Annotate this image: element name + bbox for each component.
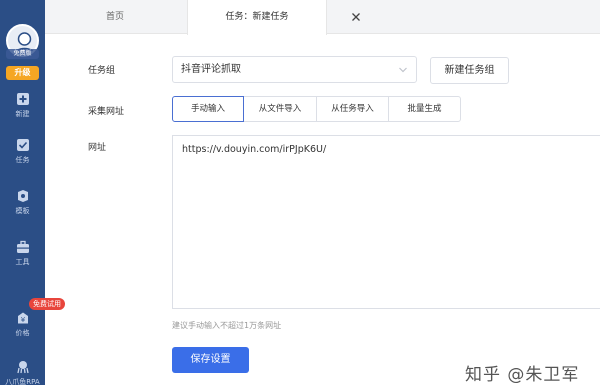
sidebar-item-new[interactable]: 新建 xyxy=(0,92,45,119)
sidebar-item-label: 模板 xyxy=(15,207,30,215)
url-label: 网址 xyxy=(88,143,107,153)
input-hint: 建议手动输入不超过1万条网址 xyxy=(172,321,282,330)
tab-batch-generate[interactable]: 批量生成 xyxy=(388,96,461,122)
sidebar-item-label: 工具 xyxy=(15,258,30,266)
rpa-octopus-icon xyxy=(16,361,29,374)
toolbox-icon xyxy=(16,240,29,253)
tab-bar: 首页 任务：新建任务 xyxy=(45,0,600,35)
task-group-select[interactable]: 抖音评论抓取 xyxy=(172,56,417,83)
sidebar-item-templates[interactable]: 模板 xyxy=(0,189,45,216)
sidebar-item-tasks[interactable]: 任务 xyxy=(0,138,45,165)
sidebar-item-rpa[interactable]: 八爪鱼RPA xyxy=(0,360,45,385)
task-group-value: 抖音评论抓取 xyxy=(181,64,241,75)
sidebar-item-label: 价格 xyxy=(15,329,30,337)
collect-url-label: 采集网址 xyxy=(88,107,125,117)
chevron-down-icon xyxy=(399,67,407,73)
tab-import-from-task[interactable]: 从任务导入 xyxy=(316,96,389,122)
free-trial-badge: 免费试用 xyxy=(29,298,65,310)
task-group-label: 任务组 xyxy=(88,66,116,76)
tab-import-from-file[interactable]: 从文件导入 xyxy=(243,96,317,122)
task-check-icon xyxy=(16,139,29,151)
sidebar-item-label: 任务 xyxy=(15,156,30,164)
sidebar-item-label: 新建 xyxy=(15,110,30,118)
new-task-group-button[interactable]: 新建任务组 xyxy=(430,57,509,84)
watermark: 知乎 @朱卫军 xyxy=(465,365,580,385)
price-icon: ¥ xyxy=(17,312,28,324)
sidebar-item-pricing[interactable]: ¥ 价格 xyxy=(0,311,45,338)
tab-new-task[interactable]: 任务：新建任务 xyxy=(187,0,327,35)
tab-manual-input[interactable]: 手动输入 xyxy=(172,96,244,122)
tab-home[interactable]: 首页 xyxy=(85,0,145,34)
sidebar-item-tools[interactable]: 工具 xyxy=(0,240,45,267)
template-icon xyxy=(17,190,28,202)
plan-tag: 免费版 xyxy=(6,49,39,59)
plus-square-icon xyxy=(16,93,29,105)
close-icon[interactable] xyxy=(350,11,362,23)
save-settings-button[interactable]: 保存设置 xyxy=(172,347,249,373)
url-textarea[interactable]: https://v.douyin.com/irPJpK6U/ xyxy=(172,135,600,309)
sidebar-item-label: 八爪鱼RPA xyxy=(5,378,40,385)
upgrade-button[interactable]: 升级 xyxy=(6,66,39,80)
url-value: https://v.douyin.com/irPJpK6U/ xyxy=(182,144,327,155)
sidebar: 免费版 升级 新建 任务 模板 工具 ¥ 价格 八爪鱼RPA xyxy=(0,0,45,385)
svg-text:¥: ¥ xyxy=(20,316,25,324)
